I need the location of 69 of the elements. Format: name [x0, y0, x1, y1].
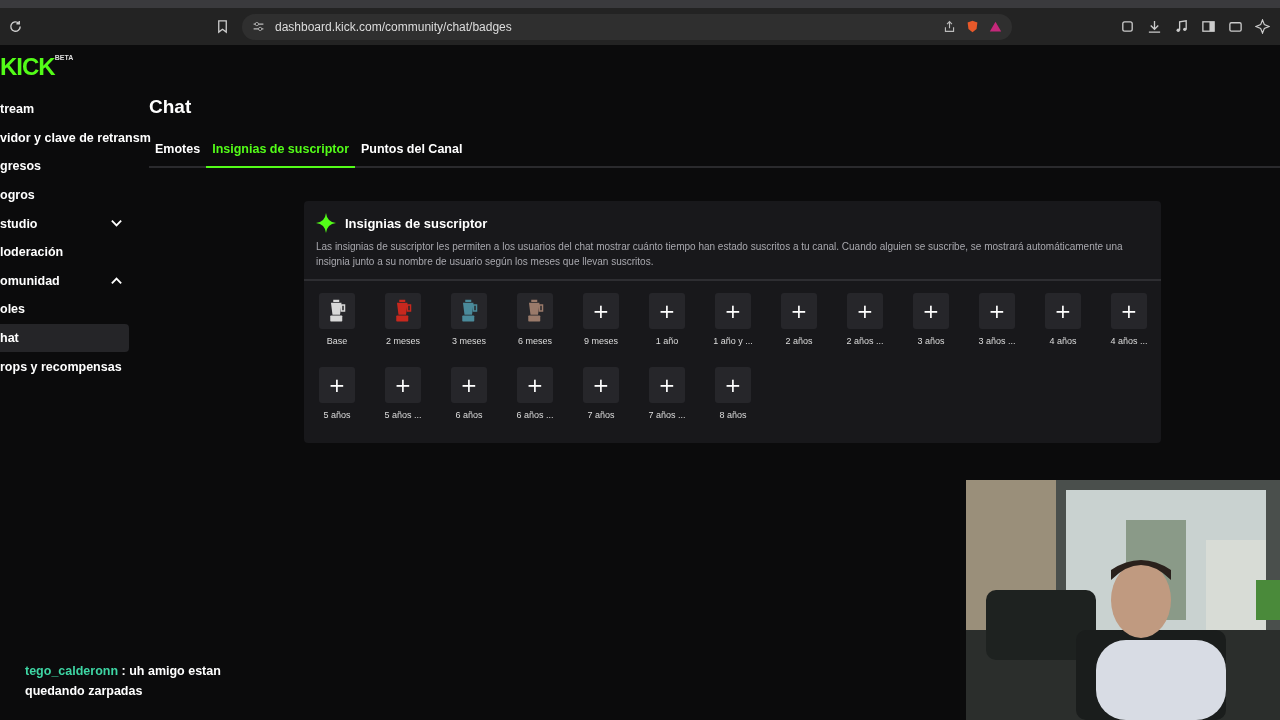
badge-tile[interactable]	[517, 293, 553, 329]
badge-label: 3 años	[917, 336, 945, 346]
add-badge-button[interactable]: +	[781, 293, 817, 329]
badge-label: 4 años ...	[1110, 336, 1148, 346]
sidebar-item[interactable]: loderación	[0, 237, 147, 267]
sparkle-icon	[316, 213, 336, 233]
sidebar-item[interactable]: tream	[0, 95, 147, 124]
sparkle-icon[interactable]	[1255, 19, 1270, 34]
tab[interactable]: Insignias de suscriptor	[206, 136, 355, 168]
download-icon[interactable]	[1147, 19, 1162, 34]
badge-label: 3 años ...	[978, 336, 1016, 346]
sidebar-item[interactable]: rops y recompensas	[0, 352, 147, 381]
sidebar-icon[interactable]	[1201, 19, 1216, 34]
add-badge-button[interactable]: +	[1045, 293, 1081, 329]
site-settings-icon[interactable]	[252, 20, 265, 33]
sidebar-item[interactable]: studio	[0, 209, 147, 238]
add-badge-button[interactable]: +	[847, 293, 883, 329]
badge-label: 1 año y ...	[713, 336, 753, 346]
badge-label: Base	[326, 336, 348, 346]
add-badge-button[interactable]: +	[715, 293, 751, 329]
sidebar-item[interactable]: gresos	[0, 152, 147, 181]
add-badge-button[interactable]: +	[517, 367, 553, 403]
badge-label: 4 años	[1049, 336, 1077, 346]
kick-logo[interactable]: KICK	[0, 53, 55, 81]
shield-icon[interactable]	[966, 20, 979, 33]
badge-tile[interactable]	[319, 293, 355, 329]
add-badge-button[interactable]: +	[319, 367, 355, 403]
page-title: Chat	[149, 96, 193, 118]
add-badge-button[interactable]: +	[649, 367, 685, 403]
add-badge-button[interactable]: +	[979, 293, 1015, 329]
chat-message: tego_calderonn : uh amigo estan quedando zarpadas	[25, 663, 222, 700]
badge-label: 1 año	[655, 336, 679, 346]
music-icon[interactable]	[1174, 19, 1189, 34]
add-badge-button[interactable]: +	[1111, 293, 1147, 329]
add-badge-button[interactable]: +	[583, 293, 619, 329]
tab[interactable]: Emotes	[149, 136, 207, 168]
badge-label: 2 años	[785, 336, 813, 346]
add-badge-button[interactable]: +	[649, 293, 685, 329]
badge-label: 7 años	[587, 410, 615, 420]
triangle-icon[interactable]	[989, 20, 1002, 33]
badge-label: 8 años	[719, 410, 747, 420]
bookmark-icon[interactable]	[215, 19, 230, 34]
reload-icon[interactable]	[8, 19, 23, 34]
share-icon[interactable]	[943, 20, 956, 33]
sidebar-item[interactable]: hat	[0, 323, 129, 353]
card-description: Las insignias de suscriptor les permiten a los usuarios del chat mostrar cuánto tiempo han estado suscritos a tu canal. Cuando alguien se suscribe, se mostrará automáticamente una insignia junto a su nombre de usuario según los meses que llevan suscritos.	[316, 240, 1124, 269]
badge-label: 3 meses	[452, 336, 486, 346]
sidebar-item[interactable]: ogros	[0, 180, 147, 210]
badge-label: 6 años ...	[516, 410, 554, 420]
add-badge-button[interactable]: +	[715, 367, 751, 403]
tab[interactable]: Puntos del Canal	[355, 136, 469, 168]
badge-label: 9 meses	[584, 336, 618, 346]
badge-label: 5 años ...	[384, 410, 422, 420]
badge-label: 2 meses	[386, 336, 420, 346]
add-badge-button[interactable]: +	[385, 367, 421, 403]
badge-label: 5 años	[323, 410, 351, 420]
badge-tile[interactable]	[385, 293, 421, 329]
badge-label: 6 años	[455, 410, 483, 420]
badge-tile[interactable]	[451, 293, 487, 329]
sidebar-item[interactable]: oles	[0, 295, 147, 324]
card-title: Insignias de suscriptor	[345, 215, 488, 231]
badge-label: 2 años ...	[846, 336, 884, 346]
add-badge-button[interactable]: +	[583, 367, 619, 403]
address-bar[interactable]: dashboard.kick.com/community/chat/badges	[242, 13, 1012, 40]
badge-label: 7 años ...	[648, 410, 686, 420]
add-badge-button[interactable]: +	[913, 293, 949, 329]
add-badge-button[interactable]: +	[451, 367, 487, 403]
sidebar-item[interactable]: omunidad	[0, 266, 147, 296]
badge-label: 6 meses	[518, 336, 552, 346]
